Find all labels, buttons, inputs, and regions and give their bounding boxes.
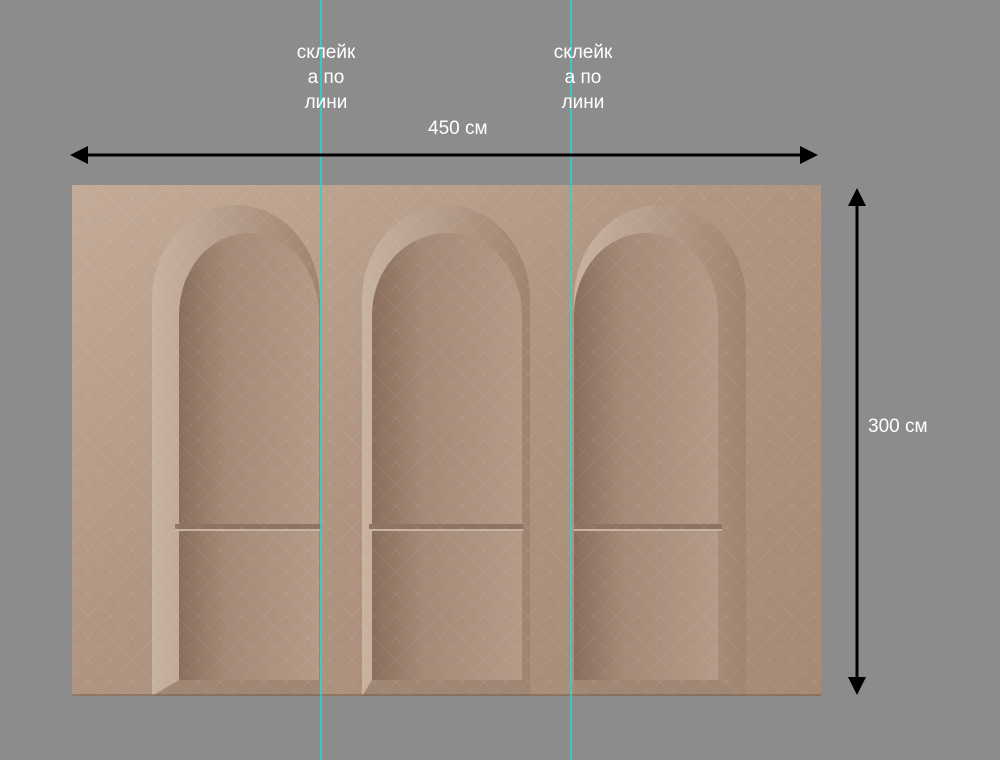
height-arrow [848, 188, 866, 695]
mural-image [72, 185, 821, 696]
watermark-pattern [72, 185, 821, 696]
height-label: 300 см [868, 416, 928, 437]
seam-label-right: склейк а по лини [553, 42, 613, 113]
width-arrow [70, 146, 818, 164]
seam-label-left: склейк а по лини [296, 42, 356, 113]
width-label: 450 см [428, 118, 488, 139]
diagram-canvas [70, 0, 866, 760]
mural-layout-diagram: склейк а по лини склейк а по лини 450 см… [0, 0, 1000, 760]
